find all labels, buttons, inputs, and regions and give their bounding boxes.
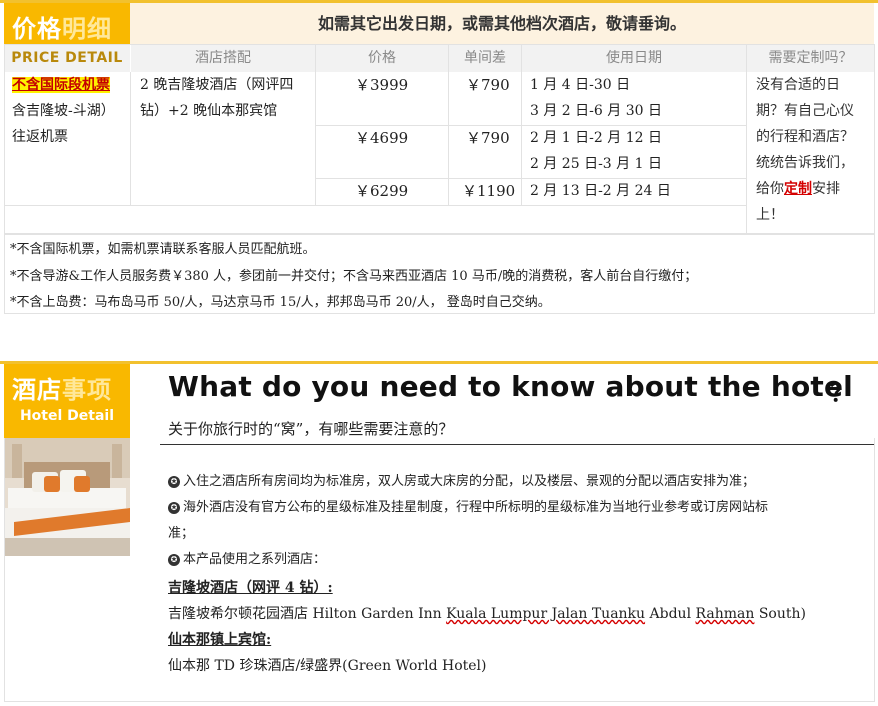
- hotel-detail-badge: 酒店事项 Hotel Detail: [4, 364, 130, 438]
- customize-note-line: 期？有自己心仪: [756, 103, 854, 119]
- price-value: ￥3999: [355, 76, 409, 94]
- inquiry-notice: 如需其它出发日期，或需其他档次酒店，敬请垂询。: [130, 3, 874, 44]
- flight-info-line: 往返机票: [12, 129, 68, 145]
- single-supplement-value: ￥790: [466, 129, 510, 147]
- flight-info-cell: 不含国际段机票 含吉隆坡-斗湖） 往返机票: [12, 72, 130, 150]
- date-range: 2 月 25 日-3 月 1 日: [530, 156, 662, 172]
- hotel-title-part-a: 酒店: [12, 376, 62, 404]
- price-title-part-b: 明细: [62, 15, 112, 43]
- price-detail-title: 价格明细: [12, 9, 112, 44]
- hotel-detail-subtitle: Hotel Detail: [19, 408, 115, 424]
- customize-note-line: 没有合适的日: [756, 77, 840, 93]
- hotel-combo-line: 2 晚吉隆坡酒店（网评四: [140, 77, 294, 93]
- date-range: 1 月 4 日-30 日: [530, 77, 631, 93]
- exclusion-note: *不含国际机票，如需机票请联系客服人员匹配航班。: [10, 242, 316, 257]
- customize-link[interactable]: 定制: [784, 181, 812, 197]
- hotel-section-question-mark: ？: [830, 379, 854, 407]
- flight-info-line: 含吉隆坡-斗湖）: [12, 103, 115, 119]
- customize-note-line: 的行程和酒店？: [756, 129, 854, 145]
- customize-note-text: 给你: [756, 181, 784, 197]
- price-value: ￥6299: [355, 182, 409, 200]
- customize-note: 没有合适的日 期？有自己心仪 的行程和酒店？ 统统告诉我们， 给你定制安排 上！: [756, 72, 874, 228]
- customize-note-text: 安排: [812, 181, 840, 197]
- col-divider: [746, 44, 747, 234]
- col-divider: [130, 72, 131, 206]
- date-range: 2 月 1 日-2 月 12 日: [530, 130, 662, 146]
- hotel-combo-cell: 2 晚吉隆坡酒店（网评四 钻）+2 晚仙本那宾馆: [140, 72, 310, 124]
- customize-note-line: 给你定制安排: [756, 176, 874, 202]
- single-supplement-value: ￥790: [466, 76, 510, 94]
- price-value: ￥4699: [355, 129, 409, 147]
- no-intl-flight-tag: 不含国际段机票: [12, 77, 110, 93]
- hotel-title-part-b: 事项: [62, 376, 112, 404]
- hotel-section-heading: What do you need to know about the hotel: [168, 370, 853, 403]
- hotel-combo-line: 钻）+2 晚仙本那宾馆: [140, 103, 278, 119]
- price-title-part-a: 价格: [12, 15, 62, 43]
- hotel-section-subtitle: 关于你旅行时的“窝”，有哪些需要注意的？: [168, 420, 454, 438]
- customize-note-line: 统统告诉我们，: [756, 155, 854, 171]
- customize-note-line: 上！: [756, 207, 784, 223]
- exclusion-note: *不含上岛费：马布岛马币 50/人，马达京马币 15/人，邦邦岛马币 20/人，…: [10, 295, 551, 310]
- hotel-detail-title: 酒店事项: [12, 370, 112, 405]
- date-range: 3 月 2 日-6 月 30 日: [530, 103, 662, 119]
- single-supplement-value: ￥1190: [462, 182, 516, 200]
- price-detail-badge: 价格明细: [4, 3, 130, 44]
- hotel-section-frame: [4, 438, 875, 702]
- section-divider-top: [0, 361, 878, 364]
- row-divider: [4, 205, 746, 206]
- exclusion-note: *不含导游&工作人员服务费￥380 人，参团前一并交付；不含马来西亚酒店 10 …: [10, 269, 698, 284]
- date-range: 2 月 13 日-2 月 24 日: [530, 183, 671, 199]
